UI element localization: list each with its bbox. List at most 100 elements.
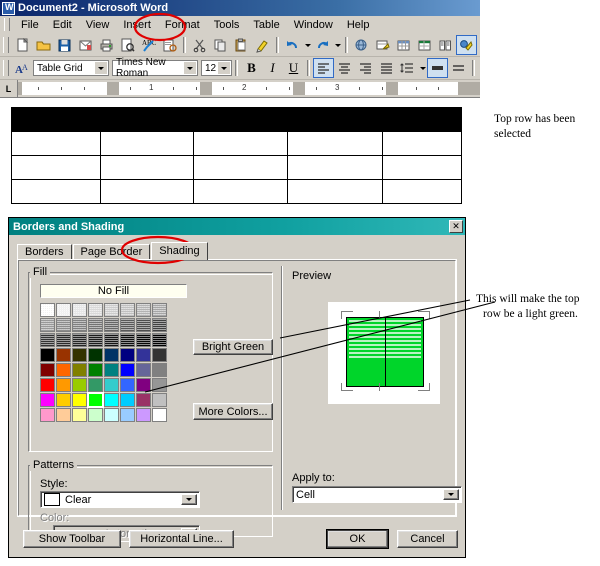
table-cell[interactable]	[193, 155, 288, 180]
color-swatch[interactable]	[152, 348, 167, 362]
menu-table[interactable]: Table	[246, 18, 286, 32]
undo-dropdown-icon[interactable]	[303, 35, 312, 55]
table-cell[interactable]	[100, 179, 194, 204]
outside-border-icon[interactable]	[427, 58, 448, 78]
spelling-check-icon[interactable]: ABC	[138, 35, 159, 55]
color-swatch[interactable]	[152, 378, 167, 392]
no-fill-button[interactable]: No Fill	[40, 284, 187, 298]
color-swatch[interactable]	[56, 348, 71, 362]
bold-button[interactable]: B	[241, 58, 262, 78]
tab-stop-left-icon[interactable]: L	[0, 80, 18, 97]
ruler-strip[interactable]: 1 2 3	[18, 82, 480, 95]
format-painter-icon[interactable]	[252, 35, 273, 55]
drawing-icon[interactable]	[456, 35, 477, 55]
color-swatch[interactable]	[104, 393, 119, 407]
horizontal-line-button[interactable]: Horizontal Line...	[129, 530, 234, 548]
color-swatch[interactable]	[72, 393, 87, 407]
research-icon[interactable]	[159, 35, 180, 55]
fill-color-palette[interactable]	[40, 303, 167, 422]
color-swatch[interactable]	[56, 393, 71, 407]
menu-edit[interactable]: Edit	[46, 18, 79, 32]
table-row[interactable]	[11, 131, 462, 156]
color-swatch[interactable]	[72, 303, 87, 317]
table-cell[interactable]	[382, 179, 462, 204]
color-swatch[interactable]	[40, 333, 55, 347]
undo-arrow-icon[interactable]	[282, 35, 303, 55]
table-row[interactable]	[11, 155, 462, 180]
color-swatch[interactable]	[72, 333, 87, 347]
new-document-icon[interactable]	[12, 35, 33, 55]
underline-button[interactable]: U	[283, 58, 304, 78]
font-dropdown-icon[interactable]	[184, 62, 196, 74]
color-swatch[interactable]	[152, 318, 167, 332]
color-swatch[interactable]	[104, 363, 119, 377]
table-cell[interactable]	[100, 131, 194, 156]
color-swatch[interactable]	[87, 392, 104, 408]
color-swatch[interactable]	[120, 363, 135, 377]
table-cell[interactable]	[287, 107, 383, 132]
color-swatch[interactable]	[72, 363, 87, 377]
menu-help[interactable]: Help	[340, 18, 377, 32]
ok-button[interactable]: OK	[327, 530, 388, 548]
close-icon[interactable]: ✕	[449, 220, 463, 233]
color-swatch[interactable]	[40, 348, 55, 362]
color-swatch[interactable]	[40, 363, 55, 377]
align-center-icon[interactable]	[334, 58, 355, 78]
color-swatch[interactable]	[152, 363, 167, 377]
color-swatch[interactable]	[56, 318, 71, 332]
redo-arrow-icon[interactable]	[312, 35, 333, 55]
numbered-list-icon[interactable]: 12	[478, 58, 480, 78]
align-justify-icon[interactable]	[376, 58, 397, 78]
font-size-dropdown-icon[interactable]	[218, 62, 230, 74]
color-swatch[interactable]	[104, 348, 119, 362]
color-swatch[interactable]	[120, 348, 135, 362]
color-swatch[interactable]	[40, 378, 55, 392]
columns-icon[interactable]	[435, 35, 456, 55]
color-swatch[interactable]	[136, 318, 151, 332]
color-swatch[interactable]	[104, 378, 119, 392]
color-swatch[interactable]	[136, 303, 151, 317]
menu-insert[interactable]: Insert	[116, 18, 158, 32]
color-swatch[interactable]	[40, 318, 55, 332]
color-swatch[interactable]	[120, 333, 135, 347]
remove-border-icon[interactable]	[448, 58, 469, 78]
table-cell[interactable]	[287, 179, 383, 204]
table-cell[interactable]	[382, 155, 462, 180]
color-swatch[interactable]	[56, 363, 71, 377]
color-swatch[interactable]	[136, 378, 151, 392]
font-size-combo[interactable]: 12	[201, 60, 232, 76]
document-map-icon[interactable]	[477, 35, 480, 55]
color-swatch[interactable]	[72, 348, 87, 362]
email-icon[interactable]	[75, 35, 96, 55]
table-cell[interactable]	[11, 179, 101, 204]
styles-and-formatting-icon[interactable]: AA	[12, 58, 33, 78]
table-cell[interactable]	[100, 107, 194, 132]
color-swatch[interactable]	[88, 378, 103, 392]
color-swatch[interactable]	[56, 378, 71, 392]
color-swatch[interactable]	[120, 378, 135, 392]
table-cell[interactable]	[11, 107, 101, 132]
menu-format[interactable]: Format	[158, 18, 207, 32]
cut-scissors-icon[interactable]	[189, 35, 210, 55]
table-cell[interactable]	[193, 131, 288, 156]
table-cell[interactable]	[11, 131, 101, 156]
color-swatch[interactable]	[72, 318, 87, 332]
paste-clipboard-icon[interactable]	[231, 35, 252, 55]
document-page[interactable]	[0, 98, 480, 215]
table-cell[interactable]	[287, 131, 383, 156]
color-swatch[interactable]	[152, 333, 167, 347]
color-swatch[interactable]	[152, 303, 167, 317]
color-swatch[interactable]	[136, 348, 151, 362]
color-swatch[interactable]	[88, 303, 103, 317]
print-preview-icon[interactable]	[117, 35, 138, 55]
insert-hyperlink-icon[interactable]	[351, 35, 372, 55]
color-swatch[interactable]	[136, 333, 151, 347]
color-swatch[interactable]	[104, 333, 119, 347]
table-cell[interactable]	[382, 107, 462, 132]
copy-icon[interactable]	[210, 35, 231, 55]
apply-to-dropdown-icon[interactable]	[443, 489, 459, 500]
color-swatch[interactable]	[72, 408, 87, 422]
menu-view[interactable]: View	[79, 18, 117, 32]
tab-borders[interactable]: Borders	[17, 244, 72, 260]
color-swatch[interactable]	[120, 318, 135, 332]
